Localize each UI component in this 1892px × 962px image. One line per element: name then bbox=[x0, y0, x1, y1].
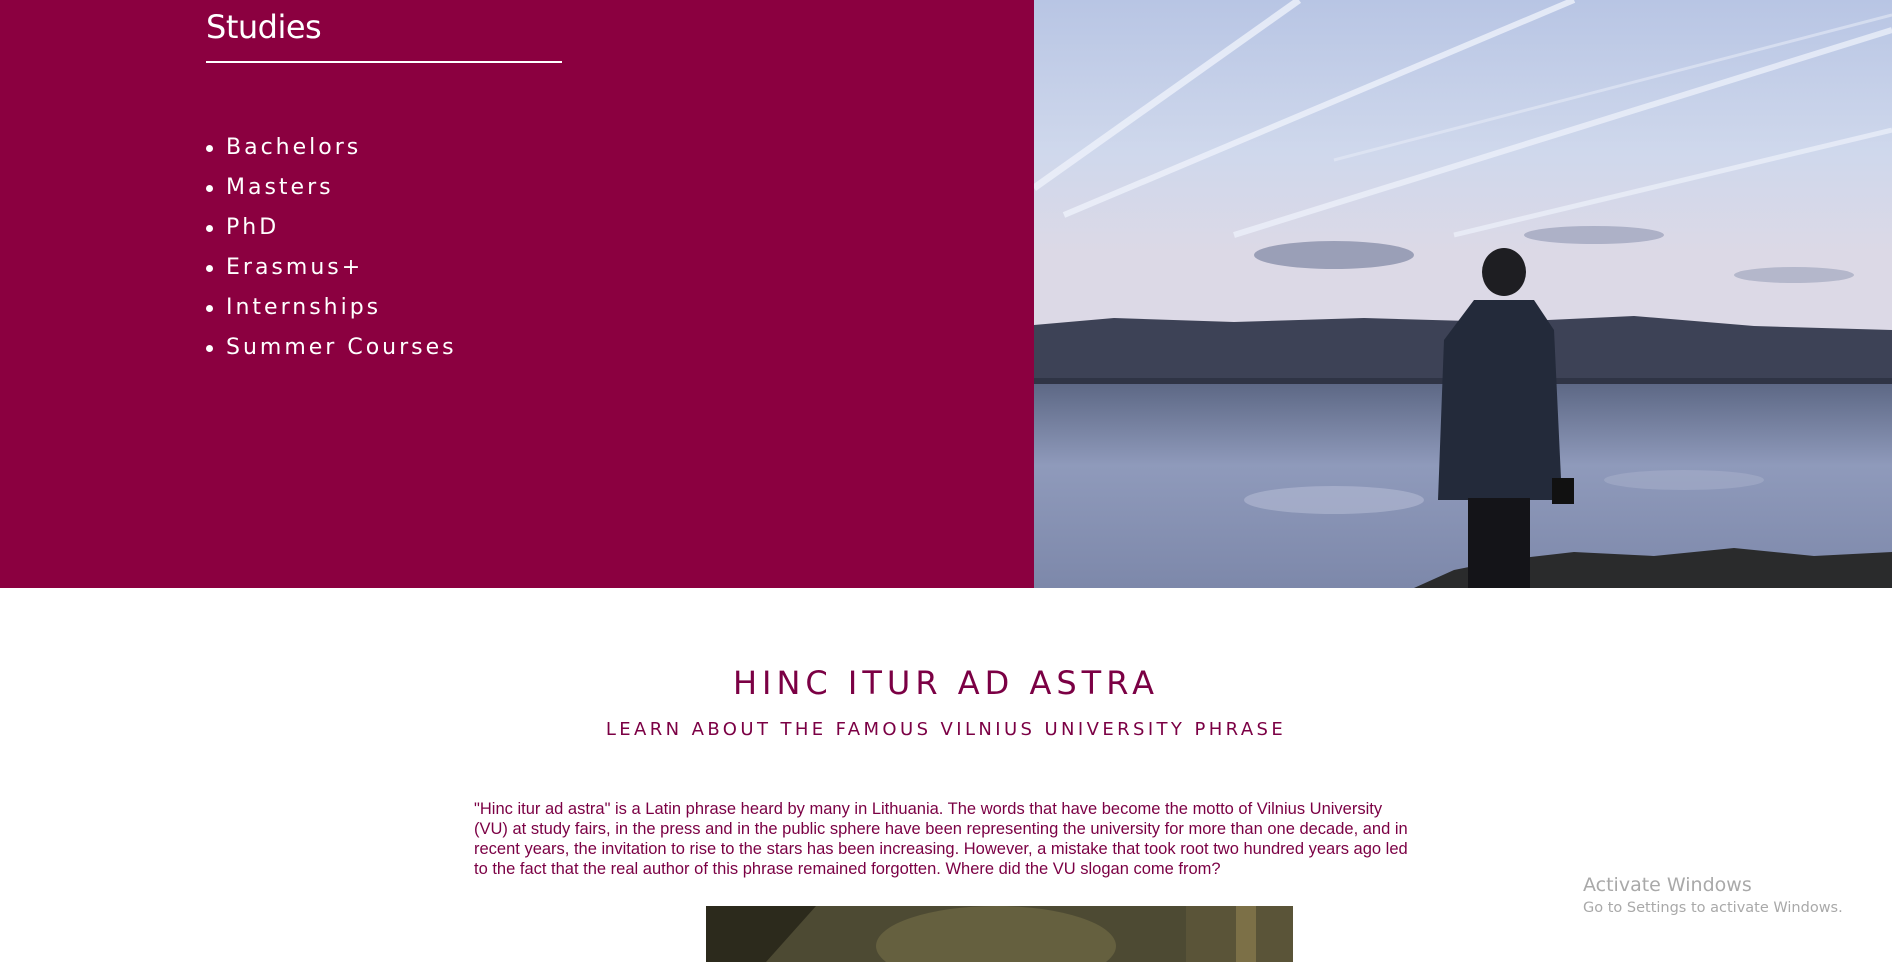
watermark-line-2: Go to Settings to activate Windows. bbox=[1583, 900, 1843, 916]
article-paragraph: "Hinc itur ad astra" is a Latin phrase h… bbox=[474, 800, 1408, 878]
studies-title: Studies bbox=[206, 8, 322, 46]
windows-activation-watermark: Activate Windows Go to Settings to activ… bbox=[1583, 873, 1843, 919]
title-underline bbox=[206, 61, 562, 63]
studies-panel: Studies Bachelors Masters PhD Erasmus+ I… bbox=[0, 0, 1034, 588]
studies-menu: Bachelors Masters PhD Erasmus+ Internshi… bbox=[206, 128, 457, 368]
painting-image bbox=[706, 906, 1293, 962]
studies-link[interactable]: Internships bbox=[226, 295, 381, 320]
studies-item-bachelors[interactable]: Bachelors bbox=[206, 128, 457, 168]
studies-item-phd[interactable]: PhD bbox=[206, 208, 457, 248]
studies-link[interactable]: Bachelors bbox=[226, 135, 361, 160]
studies-link[interactable]: PhD bbox=[226, 215, 279, 240]
watermark-line-1: Activate Windows bbox=[1583, 874, 1752, 896]
studies-item-summer-courses[interactable]: Summer Courses bbox=[206, 328, 457, 368]
article-headline: HINC ITUR AD ASTRA bbox=[732, 664, 1160, 702]
article-subheadline: LEARN ABOUT THE FAMOUS VILNIUS UNIVERSIT… bbox=[605, 719, 1287, 740]
studies-item-erasmus[interactable]: Erasmus+ bbox=[206, 248, 457, 288]
studies-link[interactable]: Erasmus+ bbox=[226, 255, 363, 280]
studies-item-masters[interactable]: Masters bbox=[206, 168, 457, 208]
studies-item-internships[interactable]: Internships bbox=[206, 288, 457, 328]
studies-link[interactable]: Masters bbox=[226, 175, 334, 200]
studies-link[interactable]: Summer Courses bbox=[226, 335, 457, 360]
lake-photo bbox=[1034, 0, 1892, 588]
hero-section: Studies Bachelors Masters PhD Erasmus+ I… bbox=[0, 0, 1892, 588]
